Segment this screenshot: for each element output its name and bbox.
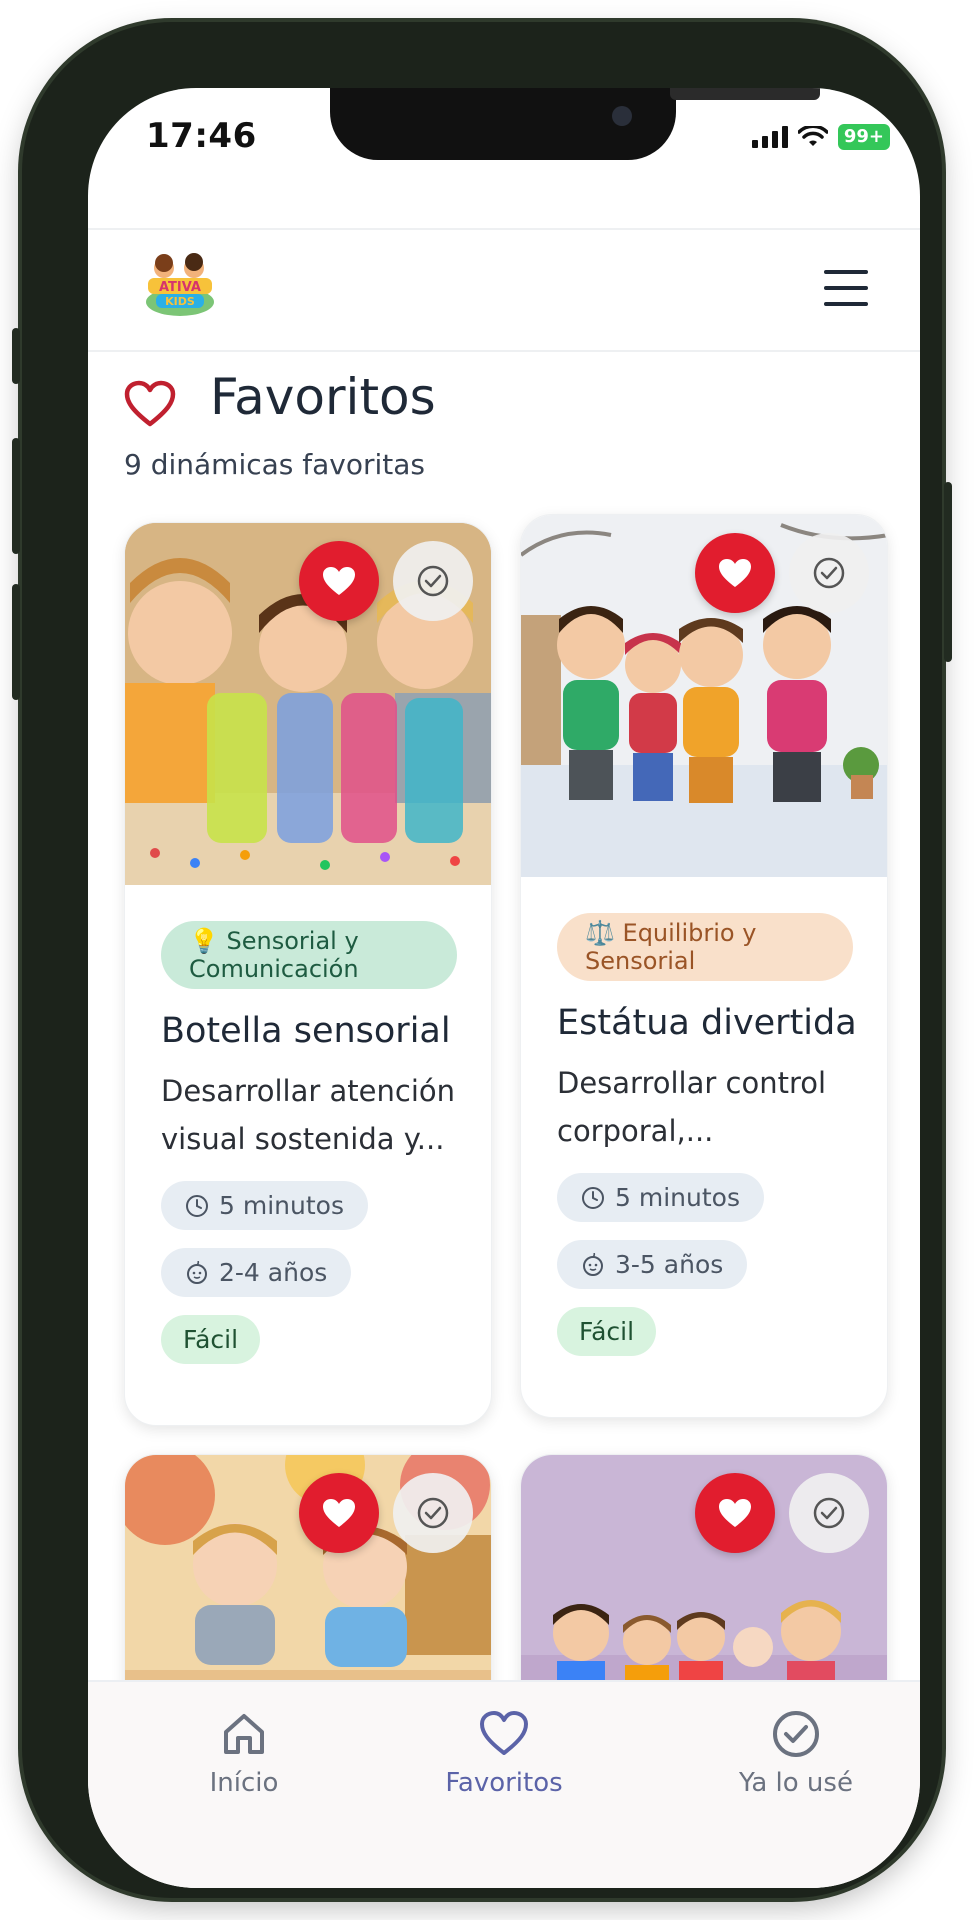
favorites-count: 9 dinámicas favoritas [124, 448, 425, 481]
speaker-grill [670, 88, 820, 100]
card-title: Estátua divertida [557, 1003, 857, 1043]
age-chip: 3-5 años [557, 1240, 748, 1289]
activity-card[interactable]: 💡 Sensorial y Comunicación Botella senso… [124, 522, 492, 1426]
status-time: 17:46 [146, 116, 257, 156]
mark-used-button[interactable] [393, 541, 473, 621]
duration-chip: 5 minutos [161, 1181, 368, 1230]
app-logo[interactable]: ATIVA KIDS [142, 252, 218, 322]
activity-card[interactable]: ⚖️ Equilibrio y Sensorial Estátua divert… [520, 514, 888, 1418]
card-title: Botella sensorial [161, 1011, 451, 1051]
front-camera [612, 106, 632, 126]
category-badge: ⚖️ Equilibrio y Sensorial [557, 913, 853, 981]
check-circle-icon [773, 1711, 819, 1757]
activity-image [125, 523, 491, 885]
nav-label: Início [209, 1768, 279, 1798]
mute-switch [12, 328, 20, 384]
wifi-icon [797, 126, 828, 146]
nav-label: Favoritos [445, 1768, 563, 1798]
bottom-navigation: Início Favoritos Ya lo usé [88, 1680, 920, 1888]
favorite-button[interactable] [695, 533, 775, 613]
battery-indicator: 99+ [837, 124, 890, 150]
nav-item-ya-lo-use[interactable]: Ya lo usé [696, 1708, 896, 1798]
page-title: Favoritos [210, 368, 436, 426]
mark-used-button[interactable] [789, 533, 869, 613]
nav-item-favoritos[interactable]: Favoritos [404, 1708, 604, 1798]
status-icons: 99+ [751, 124, 890, 150]
check-circle-icon [813, 1497, 845, 1529]
favorite-button[interactable] [299, 541, 379, 621]
card-body: ⚖️ Equilibrio y Sensorial Estátua divert… [521, 877, 887, 1386]
heart-filled-icon [719, 1499, 751, 1527]
card-description: Desarrollar atención visual sostenida y.… [161, 1074, 455, 1156]
card-description: Desarrollar control corporal,... [557, 1066, 827, 1148]
check-circle-icon [417, 1497, 449, 1529]
age-label: 3-5 años [615, 1250, 724, 1279]
difficulty-badge: Fácil [557, 1307, 657, 1356]
heart-outline-icon [124, 380, 176, 427]
favorite-button[interactable] [695, 1473, 775, 1553]
power-button [944, 482, 952, 662]
clock-icon [582, 1186, 604, 1209]
mark-used-button[interactable] [789, 1473, 869, 1553]
cellular-signal-icon [751, 126, 788, 148]
volume-up-button [12, 438, 20, 554]
duration-label: 5 minutos [615, 1183, 740, 1212]
heart-filled-icon [323, 567, 355, 595]
home-icon [224, 1714, 264, 1754]
favorite-button[interactable] [299, 1473, 379, 1553]
svg-text:ATIVA: ATIVA [159, 280, 201, 295]
card-body: 💡 Sensorial y Comunicación Botella senso… [125, 885, 491, 1394]
nav-label: Ya lo usé [739, 1768, 853, 1798]
nav-item-inicio[interactable]: Início [144, 1708, 344, 1798]
age-label: 2-4 años [219, 1258, 328, 1287]
notch [330, 88, 820, 160]
baby-face-icon [583, 1252, 603, 1276]
scales-icon: ⚖️ [585, 919, 615, 947]
age-chip: 2-4 años [161, 1248, 352, 1297]
svg-text:KIDS: KIDS [165, 295, 195, 308]
phone-frame: 17:46 99+ ATIVA KIDS Favoritos 9 dinámic… [12, 22, 952, 1898]
lightbulb-icon: 💡 [189, 927, 219, 955]
category-badge: 💡 Sensorial y Comunicación [161, 921, 457, 989]
heart-filled-icon [719, 559, 751, 587]
app-screen: 17:46 99+ ATIVA KIDS Favoritos 9 dinámic… [88, 88, 920, 1888]
check-circle-icon [417, 565, 449, 597]
app-header: ATIVA KIDS [88, 230, 920, 352]
heart-icon [480, 1711, 528, 1755]
duration-chip: 5 minutos [557, 1173, 764, 1222]
difficulty-badge: Fácil [161, 1315, 261, 1364]
activity-image [521, 515, 887, 877]
baby-face-icon [187, 1260, 207, 1284]
clock-icon [186, 1194, 208, 1217]
volume-down-button [12, 584, 20, 700]
mark-used-button[interactable] [393, 1473, 473, 1553]
check-circle-icon [813, 557, 845, 589]
menu-button[interactable] [824, 270, 868, 306]
heart-filled-icon [323, 1499, 355, 1527]
duration-label: 5 minutos [219, 1191, 344, 1220]
